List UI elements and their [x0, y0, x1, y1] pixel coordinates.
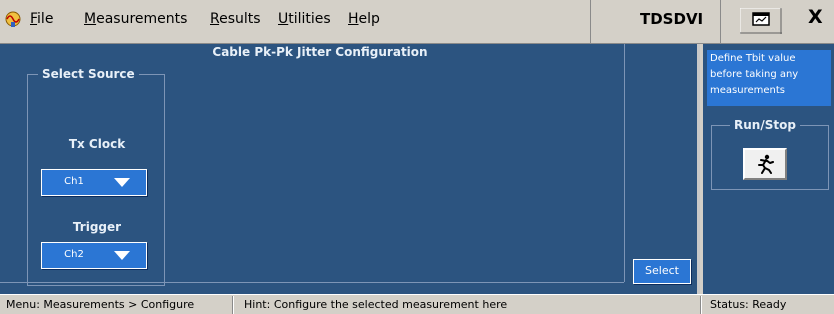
configuration-panel: Cable Pk-Pk Jitter Configuration Select …: [0, 44, 700, 294]
menu-utilities[interactable]: Utilities: [278, 11, 331, 27]
select-button[interactable]: Select: [633, 259, 691, 284]
tbit-note: Define Tbit value before taking any meas…: [707, 50, 831, 106]
panel-divider: [624, 44, 625, 282]
app-title: TDSDVI: [640, 10, 704, 28]
status-separator: [232, 296, 234, 314]
status-bar: Menu: Measurements > Configure Hint: Con…: [0, 294, 834, 314]
status-hint: Hint: Configure the selected measurement…: [244, 298, 508, 311]
menu-results[interactable]: Results: [210, 11, 261, 27]
menu-file[interactable]: File: [30, 11, 53, 27]
app-icon[interactable]: [4, 10, 22, 28]
trigger-dropdown[interactable]: Ch2: [41, 242, 147, 269]
triangle-down-icon: [114, 251, 130, 260]
trigger-label: Trigger: [72, 220, 122, 234]
running-man-icon: [758, 154, 774, 174]
trigger-value: Ch2: [64, 249, 84, 260]
menu-measurements[interactable]: Measurements: [84, 11, 187, 27]
select-source-group: Select Source Tx Clock Ch1 Trigger Ch2: [27, 67, 165, 286]
menubar-separator: [590, 0, 591, 44]
minimize-button[interactable]: [740, 8, 782, 34]
status-separator: [700, 296, 702, 314]
side-panel: Define Tbit value before taking any meas…: [703, 44, 834, 294]
run-stop-button[interactable]: [743, 148, 787, 180]
tx-clock-dropdown[interactable]: Ch1: [41, 169, 147, 196]
triangle-down-icon: [114, 178, 130, 187]
menu-help[interactable]: Help: [348, 11, 380, 27]
tx-clock-label: Tx Clock: [68, 137, 126, 151]
close-button[interactable]: X: [808, 6, 823, 28]
run-stop-group: Run/Stop: [711, 118, 829, 190]
menu-bar: File Measurements Results Utilities Help…: [0, 0, 834, 44]
tx-clock-value: Ch1: [64, 176, 84, 187]
run-stop-legend: Run/Stop: [730, 118, 800, 132]
select-source-legend: Select Source: [38, 67, 139, 81]
menubar-separator: [720, 0, 721, 44]
panel-title: Cable Pk-Pk Jitter Configuration: [212, 45, 428, 59]
status-menu-path: Menu: Measurements > Configure: [6, 298, 195, 311]
status-text: Status: Ready: [710, 298, 787, 311]
